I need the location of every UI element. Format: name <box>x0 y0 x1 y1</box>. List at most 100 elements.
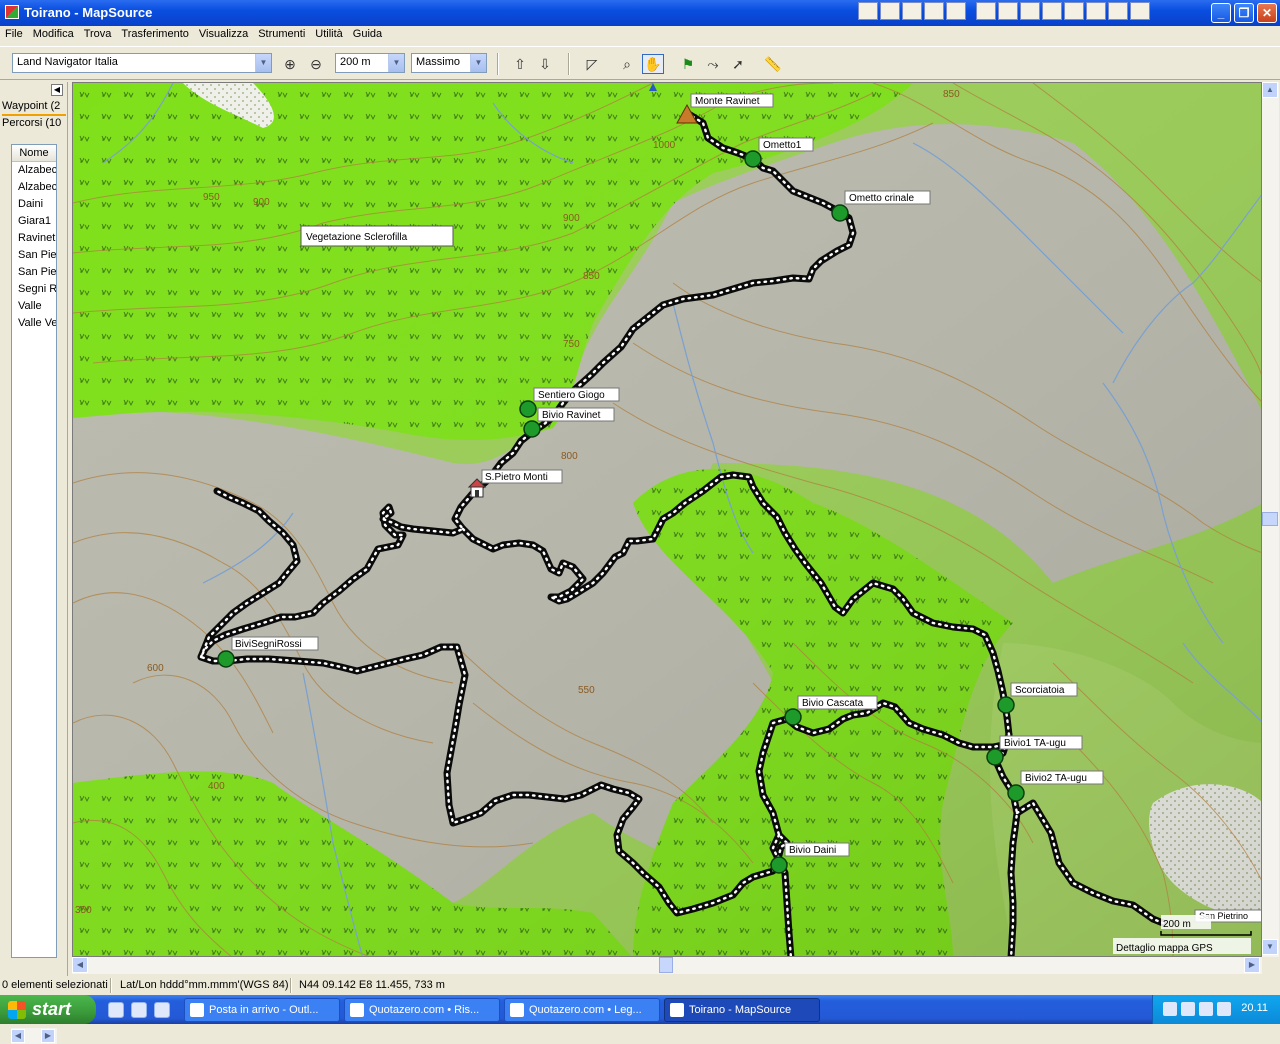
scale-bar-label: 200 m <box>1163 919 1191 930</box>
scroll-thumb[interactable] <box>1262 512 1278 526</box>
waypoint-pin-icon[interactable] <box>523 420 541 438</box>
quick-launch-icon[interactable] <box>858 2 878 20</box>
quick-launch-icon[interactable] <box>1064 2 1084 20</box>
taskbar-item-browser[interactable]: Quotazero.com • Ris... <box>344 998 500 1022</box>
tab-percorsi[interactable]: Percorsi (10 <box>2 117 66 133</box>
magnifier-icon: ⌕ <box>623 56 631 72</box>
list-item[interactable]: Giara1 <box>12 213 56 230</box>
zoom-in-button[interactable]: ⊕ <box>279 54 301 74</box>
quick-launch-icon[interactable] <box>1042 2 1062 20</box>
waypoint-label: Bivio Ravinet <box>542 410 601 421</box>
map-product-select[interactable]: Land Navigator Italia ▼ <box>12 53 272 73</box>
detail-select[interactable]: Massimo ▼ <box>411 53 487 73</box>
taskbar-item-mapsource[interactable]: Toirano - MapSource <box>664 998 820 1022</box>
menu-trova[interactable]: Trova <box>79 26 117 46</box>
quick-launch-icon[interactable] <box>998 2 1018 20</box>
minimize-button[interactable]: _ <box>1211 3 1231 23</box>
waypoint-pin-icon[interactable] <box>784 708 802 726</box>
outlook-icon[interactable] <box>131 1002 147 1018</box>
list-item[interactable]: Alzabec <box>12 162 56 179</box>
menu-visualizza[interactable]: Visualizza <box>194 26 253 46</box>
scroll-down-button[interactable]: ▼ <box>1262 939 1278 955</box>
contour-label: 850 <box>943 89 960 100</box>
list-item[interactable]: Alzabec <box>12 179 56 196</box>
quick-launch-icon[interactable] <box>976 2 996 20</box>
cursor-position: N44 09.142 E8 11.455, 733 m <box>299 979 445 991</box>
menu-modifica[interactable]: Modifica <box>28 26 79 46</box>
chevron-down-icon[interactable]: ▼ <box>470 54 486 72</box>
receive-from-device-button[interactable]: ⇧ <box>509 54 531 74</box>
zoom-out-button[interactable]: ⊖ <box>305 54 327 74</box>
map-tool-button[interactable]: ◸ <box>581 54 603 74</box>
taskbar-item-browser[interactable]: Quotazero.com • Leg... <box>504 998 660 1022</box>
route-icon: ⤳ <box>707 56 719 72</box>
taskbar-item-outlook[interactable]: Posta in arrivo - Outl... <box>184 998 340 1022</box>
scroll-up-button[interactable]: ▲ <box>1262 82 1278 98</box>
chevron-down-icon[interactable]: ▼ <box>388 54 404 72</box>
waypoint-pin-icon[interactable] <box>831 204 849 222</box>
quick-launch-icon[interactable] <box>1108 2 1128 20</box>
word-icon[interactable] <box>880 2 900 20</box>
menu-utilita[interactable]: Utilità <box>310 26 348 46</box>
antivirus-icon[interactable] <box>1217 1002 1231 1016</box>
menu-guida[interactable]: Guida <box>348 26 387 46</box>
menu-trasferimento[interactable]: Trasferimento <box>116 26 193 46</box>
waypoint-list: Nome Alzabec Alzabec Daini Giara1 Ravine… <box>11 144 57 958</box>
internet-explorer-icon[interactable] <box>108 1002 124 1018</box>
map-view[interactable]: 850 1000 900 950 900 850 750 800 550 400… <box>72 82 1262 957</box>
route-tool-button[interactable]: ⤳ <box>702 54 724 74</box>
mapsource-app-icon <box>5 5 19 19</box>
mapsource-app-icon <box>670 1003 684 1017</box>
quick-launch-icon[interactable] <box>946 2 966 20</box>
scroll-right-button[interactable]: ▶ <box>41 1029 55 1043</box>
distance-tool-button[interactable]: 📏 <box>762 54 784 74</box>
list-item[interactable]: San Pie <box>12 264 56 281</box>
column-header-nome[interactable]: Nome <box>12 145 56 162</box>
network-icon[interactable] <box>1181 1002 1195 1016</box>
send-to-device-button[interactable]: ⇩ <box>534 54 556 74</box>
scale-select[interactable]: 200 m ▼ <box>335 53 405 73</box>
list-item[interactable]: Valle <box>12 298 56 315</box>
map-vertical-scrollbar[interactable]: ▲ ▼ <box>1262 82 1279 957</box>
scroll-thumb[interactable] <box>659 957 673 973</box>
excel-icon[interactable] <box>902 2 922 20</box>
list-item[interactable]: Valle Ve <box>12 315 56 332</box>
waypoint-pin-icon[interactable] <box>744 150 762 168</box>
waypoint-pin-icon[interactable] <box>770 856 788 874</box>
list-item[interactable]: Daini <box>12 196 56 213</box>
waypoint-pin-icon[interactable] <box>986 748 1004 766</box>
map-horizontal-scrollbar[interactable]: ◀ ▶ <box>72 957 1262 974</box>
list-item[interactable]: Ravinet <box>12 230 56 247</box>
scroll-right-button[interactable]: ▶ <box>1244 957 1260 973</box>
collapse-panel-button[interactable]: ◀ <box>51 84 63 96</box>
quick-launch-icon[interactable] <box>1020 2 1040 20</box>
clock[interactable]: 20.11 <box>1241 1002 1268 1014</box>
scroll-left-button[interactable]: ◀ <box>72 957 88 973</box>
list-horizontal-scrollbar[interactable]: ◀ ▶ <box>11 1028 57 1044</box>
waypoint-pin-icon[interactable] <box>519 400 537 418</box>
menu-strumenti[interactable]: Strumenti <box>253 26 310 46</box>
list-item[interactable]: Segni R <box>12 281 56 298</box>
close-button[interactable]: ✕ <box>1257 3 1277 23</box>
tab-waypoint[interactable]: Waypoint (2 <box>2 100 66 116</box>
contour-label: 400 <box>208 781 225 792</box>
scroll-left-button[interactable]: ◀ <box>11 1029 25 1043</box>
show-desktop-icon[interactable] <box>154 1002 170 1018</box>
hand-tool-button[interactable]: ✋ <box>642 54 664 74</box>
quick-launch-icon[interactable] <box>1130 2 1150 20</box>
menu-file[interactable]: File <box>0 26 28 46</box>
maximize-button[interactable]: ❐ <box>1234 3 1254 23</box>
quick-launch-icon[interactable] <box>1086 2 1106 20</box>
list-item[interactable]: San Pie <box>12 247 56 264</box>
chevron-down-icon[interactable]: ▼ <box>255 54 271 72</box>
waypoint-pin-icon[interactable] <box>217 650 235 668</box>
quick-launch-icon[interactable] <box>924 2 944 20</box>
waypoint-tool-button[interactable]: ⚑ <box>677 54 699 74</box>
start-button[interactable]: start <box>0 995 96 1024</box>
selection-tool-button[interactable]: ➚ <box>727 54 749 74</box>
tray-icon[interactable] <box>1163 1002 1177 1016</box>
zoom-tool-button[interactable]: ⌕ <box>616 54 638 74</box>
tray-icon[interactable] <box>1199 1002 1213 1016</box>
waypoint-pin-icon[interactable] <box>997 696 1015 714</box>
waypoint-pin-icon[interactable] <box>1007 784 1025 802</box>
